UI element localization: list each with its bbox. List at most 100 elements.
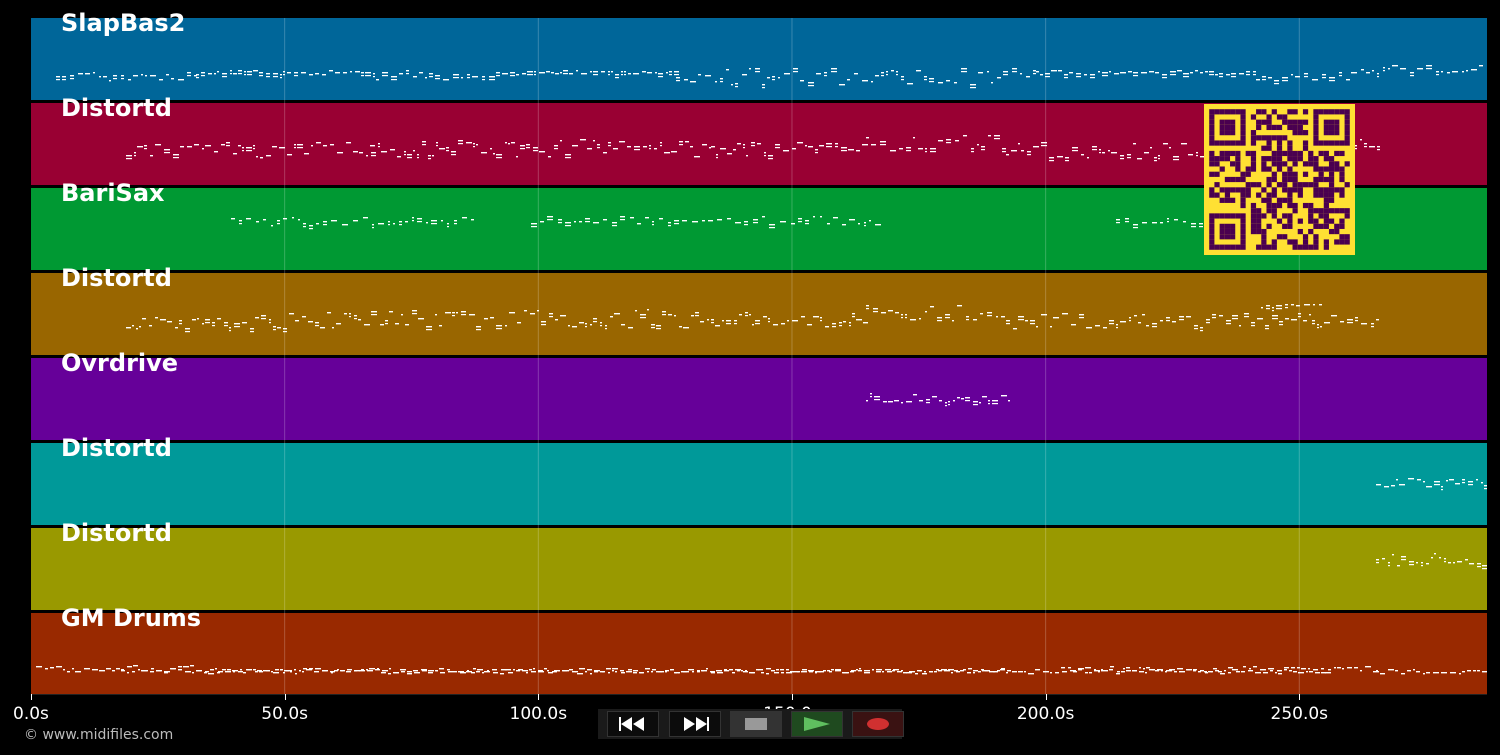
note (1128, 71, 1132, 73)
note (797, 142, 803, 144)
note (627, 146, 631, 148)
note (320, 327, 325, 329)
note (127, 672, 129, 674)
track-name: BariSax (61, 179, 165, 207)
note (1377, 146, 1380, 148)
note (1392, 554, 1394, 556)
note (371, 152, 376, 154)
note (481, 152, 487, 154)
tick-label: 100.0s (509, 704, 568, 724)
note (1413, 669, 1415, 671)
note (534, 74, 536, 76)
note (323, 224, 327, 226)
note (1196, 152, 1198, 154)
qr-module (1292, 187, 1298, 193)
note (581, 73, 587, 75)
note (548, 156, 551, 158)
note (563, 70, 568, 72)
note (746, 155, 748, 157)
rewind-button[interactable] (607, 711, 659, 737)
qr-module (1344, 208, 1350, 214)
play-button[interactable] (791, 711, 843, 737)
note (895, 312, 899, 314)
note (273, 326, 276, 328)
qr-module (1313, 187, 1319, 193)
note (1289, 670, 1292, 672)
note (1045, 76, 1050, 78)
note (710, 671, 715, 673)
note (1410, 75, 1414, 77)
qr-module (1328, 124, 1335, 131)
qr-module (1214, 109, 1220, 115)
note (151, 668, 154, 670)
note (364, 324, 370, 326)
note (246, 218, 251, 220)
note (1133, 72, 1138, 74)
note (702, 670, 707, 672)
note (726, 323, 731, 325)
note (303, 226, 306, 228)
note (883, 401, 887, 403)
note (1200, 330, 1203, 332)
note (462, 217, 467, 219)
note (128, 79, 131, 81)
note (1291, 319, 1297, 321)
note (144, 145, 147, 147)
note (579, 668, 585, 670)
note (864, 222, 866, 224)
note (221, 144, 225, 146)
note (881, 75, 884, 77)
note (1158, 158, 1160, 160)
note (1177, 668, 1183, 670)
note (1401, 673, 1405, 675)
note (727, 218, 731, 220)
note (422, 144, 426, 146)
note (1134, 315, 1137, 317)
qr-module (1250, 202, 1257, 209)
qr-module (1209, 171, 1215, 177)
note (250, 331, 254, 333)
note (1018, 671, 1023, 673)
qr-module (1308, 218, 1314, 224)
note (888, 401, 893, 403)
qr-module (1240, 140, 1246, 146)
note (1355, 320, 1358, 322)
qr-module (1261, 145, 1267, 151)
note (378, 146, 380, 148)
record-button[interactable] (852, 711, 904, 737)
note (435, 314, 437, 316)
qr-module (1339, 223, 1345, 229)
note (1109, 320, 1114, 322)
qr-module (1230, 161, 1236, 167)
note (873, 308, 878, 310)
note (367, 670, 373, 672)
note (196, 74, 199, 76)
qr-module (1323, 244, 1329, 250)
qr-module (1297, 124, 1303, 131)
note (919, 400, 923, 402)
note (1324, 322, 1330, 324)
note (1006, 320, 1010, 322)
note (1076, 73, 1081, 75)
fast-forward-button[interactable] (669, 711, 721, 737)
qr-module (1323, 109, 1329, 115)
stop-button[interactable] (730, 711, 782, 737)
note (633, 73, 639, 75)
qr-code[interactable] (1204, 104, 1355, 255)
qr-module (1282, 234, 1288, 240)
qr-module (1323, 218, 1329, 224)
note (793, 71, 798, 73)
note (649, 148, 651, 150)
qr-module (1219, 166, 1225, 172)
note (1328, 669, 1331, 671)
note (1049, 160, 1054, 162)
note (886, 71, 888, 73)
qr-module (1292, 171, 1298, 177)
note (590, 673, 592, 675)
note (970, 87, 976, 89)
qr-module (1276, 161, 1283, 167)
note (1051, 70, 1057, 72)
note (1272, 307, 1274, 309)
note (239, 220, 242, 222)
qr-module (1287, 192, 1293, 198)
